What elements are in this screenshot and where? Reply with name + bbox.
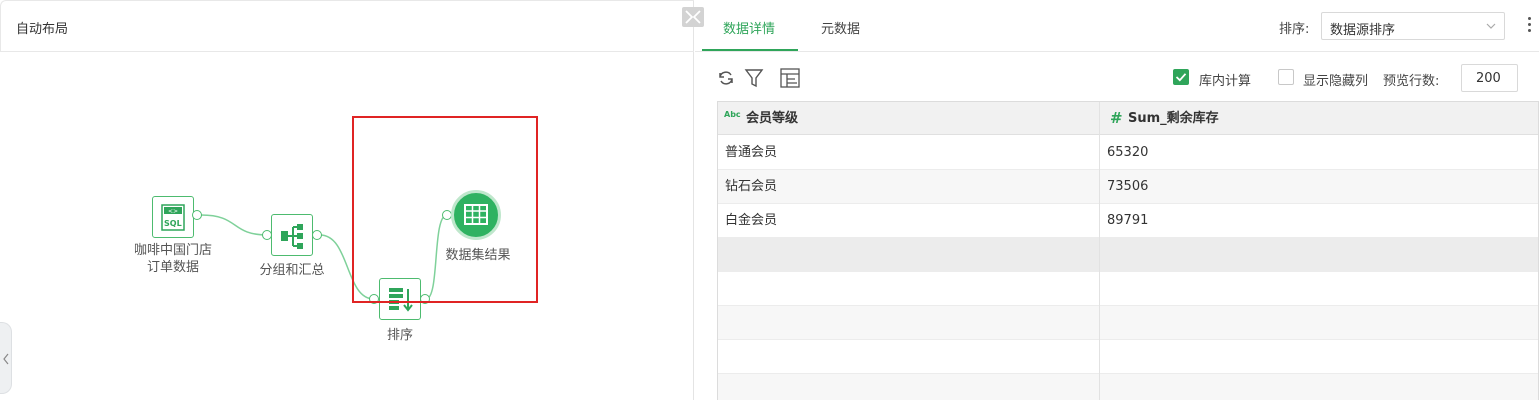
column-header-member-level[interactable]: 会员等级 (746, 102, 798, 135)
empty-row (718, 238, 1538, 272)
table-row[interactable]: 白金会员 89791 (718, 204, 1538, 238)
preview-rows-label: 预览行数: (1383, 74, 1440, 89)
column-settings-icon[interactable] (779, 67, 801, 89)
node-source-label: 咖啡中国门店 订单数据 (133, 243, 212, 275)
node-group[interactable] (271, 214, 313, 256)
empty-row (718, 374, 1538, 400)
preview-rows-input[interactable] (1461, 64, 1518, 92)
svg-text:SQL: SQL (164, 219, 182, 228)
data-panel: 数据详情 元数据 排序: 数据源排序 库内计算 显示隐藏列 预览行数: 200 … (695, 0, 1539, 400)
tab-data-details[interactable]: 数据详情 (723, 18, 775, 37)
flow-connections (200, 214, 448, 300)
selection-highlight (352, 116, 538, 303)
sidebar-expand-handle[interactable] (0, 322, 12, 394)
flow-panel: 自动布局 <> SQL 咖啡中国门店 订单数据 分组和汇总 排序 数据集结果 (0, 0, 694, 400)
more-options-icon[interactable] (1527, 17, 1533, 35)
table-cell: 89791 (1107, 213, 1149, 228)
node-group-label: 分组和汇总 (259, 263, 325, 278)
in-db-compute-checkbox[interactable] (1173, 69, 1189, 85)
active-tab-indicator (702, 49, 798, 51)
tab-bar: 数据详情 元数据 排序: 数据源排序 (695, 0, 1539, 52)
chevron-down-icon (1486, 23, 1496, 29)
table-cell: 钻石会员 (725, 179, 778, 194)
node-sort-label: 排序 (386, 328, 413, 343)
table-header: Abc 会员等级 # Sum_剩余库存 (718, 102, 1538, 135)
sort-select-value: 数据源排序 (1330, 23, 1396, 38)
table-cell: 白金会员 (725, 213, 778, 228)
filter-icon[interactable] (743, 67, 765, 89)
sql-icon: <> SQL (161, 204, 185, 231)
node-group-output-port[interactable] (312, 230, 322, 240)
table-cell: 65320 (1107, 145, 1149, 160)
chevron-left-icon (3, 353, 9, 365)
group-summary-icon (281, 224, 303, 249)
node-source[interactable]: <> SQL (152, 196, 194, 238)
refresh-icon[interactable] (715, 67, 737, 89)
wire-source-group (200, 214, 269, 236)
empty-row (718, 340, 1538, 374)
data-preview-table: Abc 会员等级 # Sum_剩余库存 普通会员 65320 钻石会员 7350… (717, 101, 1539, 400)
node-source-output-port[interactable] (192, 210, 202, 220)
show-hidden-columns-label: 显示隐藏列 (1303, 74, 1369, 89)
empty-row (718, 272, 1538, 306)
table-cell: 73506 (1107, 179, 1149, 194)
check-icon (1175, 73, 1187, 82)
flow-canvas[interactable]: <> SQL 咖啡中国门店 订单数据 分组和汇总 排序 数据集结果 (0, 53, 694, 400)
column-divider (1099, 102, 1100, 400)
sort-select[interactable]: 数据源排序 (1321, 12, 1505, 40)
table-cell: 普通会员 (725, 145, 778, 160)
table-row[interactable]: 钻石会员 73506 (718, 170, 1538, 204)
empty-row (718, 306, 1538, 340)
flow-panel-header: 自动布局 (0, 0, 694, 52)
show-hidden-columns-checkbox[interactable] (1278, 69, 1294, 85)
column-header-sum-stock[interactable]: Sum_剩余库存 (1128, 102, 1219, 135)
text-type-icon: Abc (724, 110, 741, 119)
in-db-compute-label: 库内计算 (1199, 74, 1252, 89)
svg-text:<>: <> (168, 208, 178, 215)
sort-label: 排序: (1279, 22, 1310, 37)
number-type-icon: # (1110, 109, 1123, 127)
auto-layout-button[interactable]: 自动布局 (16, 18, 68, 37)
table-row[interactable]: 普通会员 65320 (718, 136, 1538, 170)
tab-metadata[interactable]: 元数据 (821, 18, 860, 37)
